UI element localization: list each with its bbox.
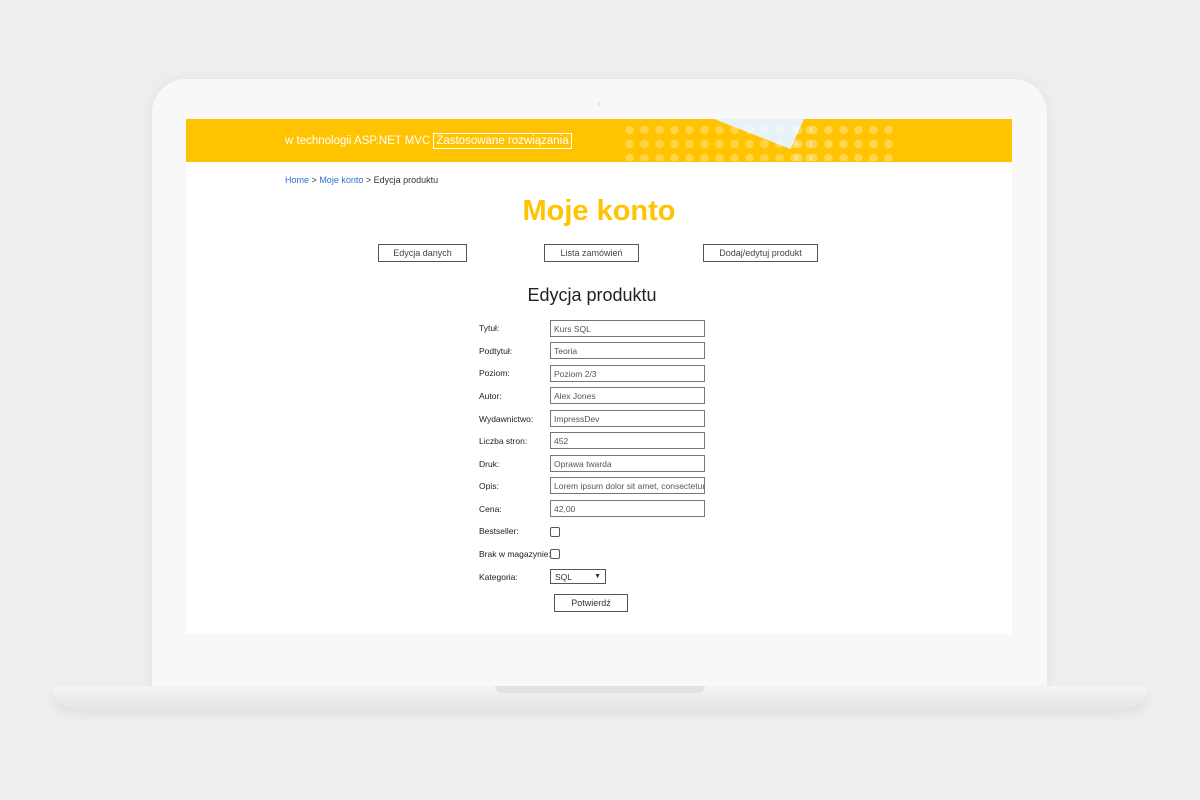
browser-viewport: w technologii ASP.NET MVC Zastosowane ro… [186,119,1012,634]
camera-icon [597,102,601,106]
out-of-stock-checkbox[interactable] [550,549,560,559]
category-select-value: SQL [555,571,573,582]
publisher-field[interactable]: ImpressDev [550,410,705,427]
tab-order-list[interactable]: Lista zamówień [544,244,639,262]
category-select[interactable]: SQL ▼ [550,569,606,584]
page-count-field[interactable]: 452 [550,432,705,449]
chevron-down-icon: ▼ [594,573,601,580]
subtitle-field[interactable]: Teoria [550,342,705,359]
banner-text: w technologii ASP.NET MVC [285,135,431,147]
banner-decoration-dots [622,123,812,161]
solutions-link[interactable]: Zastosowane rozwiązania [433,133,572,149]
breadcrumb-current: Edycja produktu [373,175,439,185]
banner-tagline: w technologii ASP.NET MVC Zastosowane ro… [285,133,572,149]
title-field[interactable]: Kurs SQL [550,320,705,337]
description-field[interactable]: Lorem ipsum dolor sit amet, consectetur [550,477,705,494]
confirm-button[interactable]: Potwierdź [554,594,628,612]
breadcrumb: Home > Moje konto > Edycja produktu [285,175,438,185]
laptop-notch [495,686,705,693]
breadcrumb-home-link[interactable]: Home [285,175,309,185]
banner-decoration-dots-right [791,123,899,161]
tab-edit-data[interactable]: Edycja danych [378,244,467,262]
header-banner: w technologii ASP.NET MVC Zastosowane ro… [186,119,1012,162]
breadcrumb-separator: > [365,175,372,185]
breadcrumb-account-link[interactable]: Moje konto [319,175,363,185]
breadcrumb-separator: > [311,175,317,185]
page-title: Moje konto [522,195,676,227]
author-field[interactable]: Alex Jones [550,387,705,404]
level-field[interactable]: Poziom 2/3 [550,365,705,382]
tab-add-edit-product[interactable]: Dodaj/edytuj produkt [703,244,818,262]
price-field[interactable]: 42,00 [550,500,705,517]
binding-field[interactable]: Oprawa twarda [550,455,705,472]
form-title: Edycja produktu [527,285,657,305]
bestseller-checkbox[interactable] [550,527,560,537]
